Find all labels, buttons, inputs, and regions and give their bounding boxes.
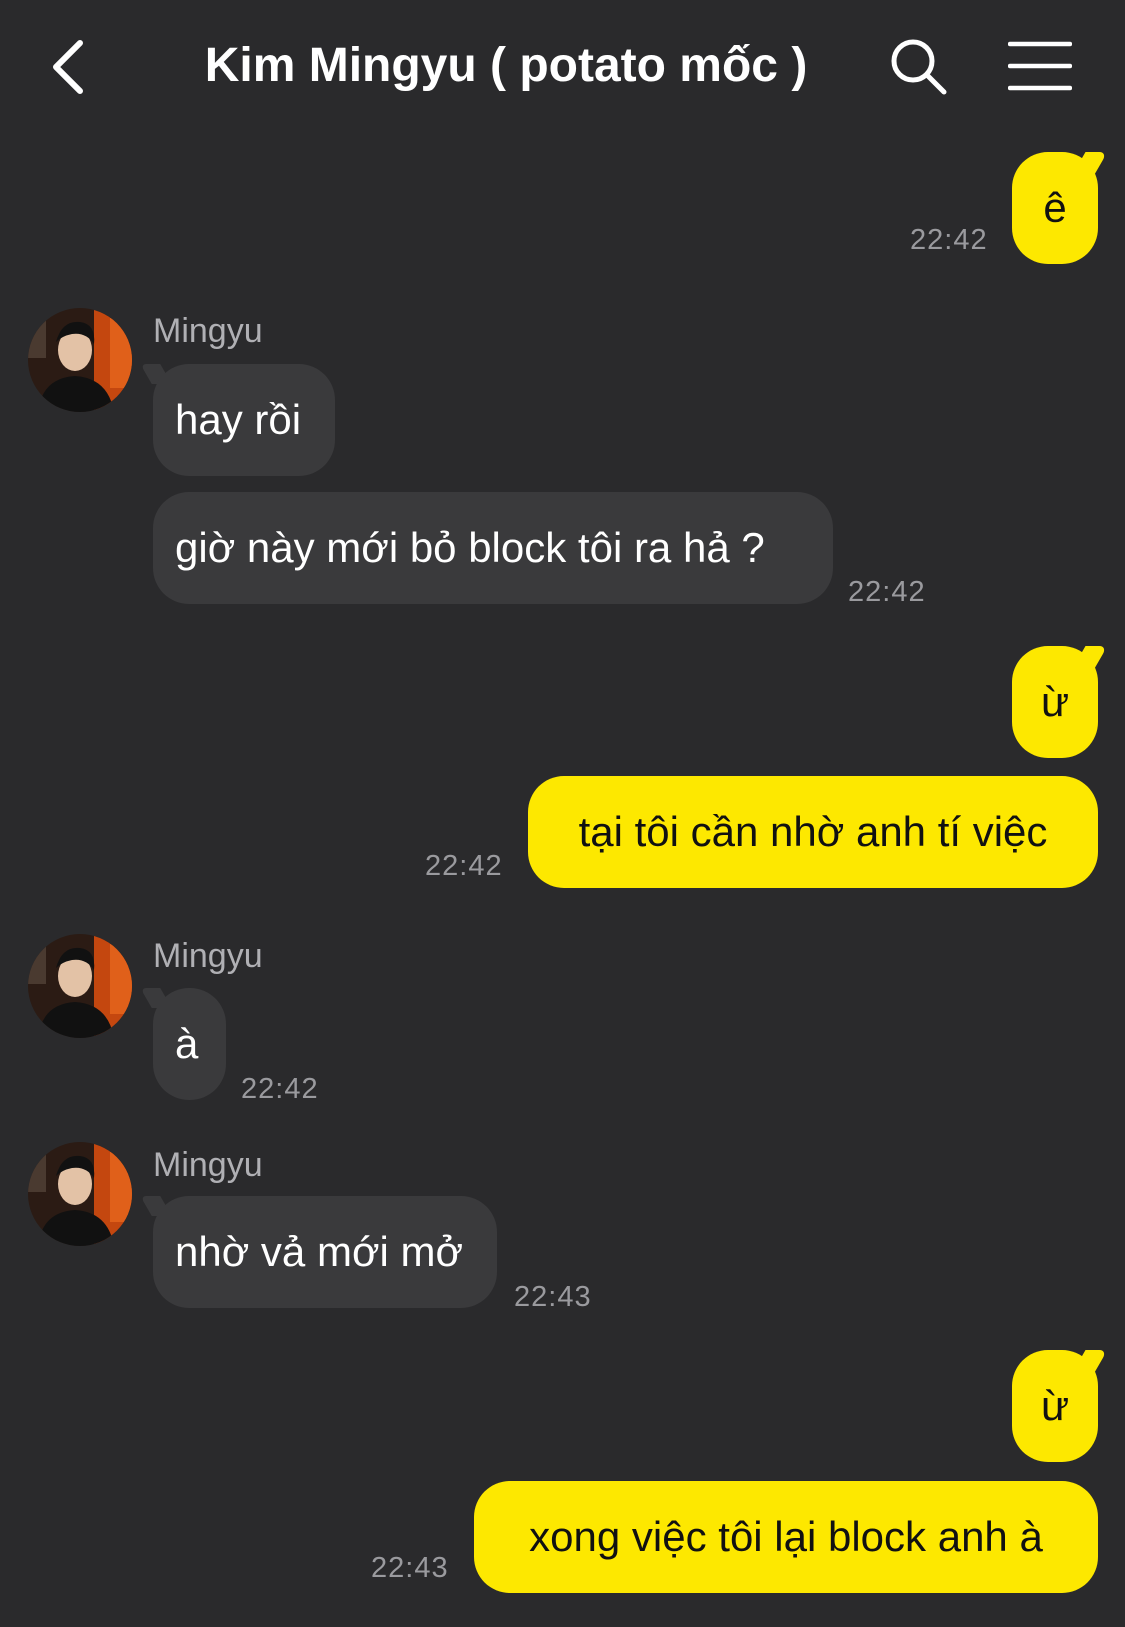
incoming-message[interactable]: à [153, 988, 226, 1100]
outgoing-message[interactable]: ừ [1012, 1350, 1098, 1462]
message-time: 22:42 [241, 1073, 319, 1105]
menu-button[interactable] [1007, 40, 1073, 92]
chat-header: Kim Mingyu ( potato mốc ) [0, 0, 1125, 135]
chat-title: Kim Mingyu ( potato mốc ) [204, 39, 808, 92]
message-time: 22:42 [848, 576, 926, 608]
avatar[interactable] [28, 934, 132, 1038]
sender-name: Mingyu [153, 312, 263, 350]
incoming-message[interactable]: hay rồi [153, 364, 335, 476]
sender-name: Mingyu [153, 1146, 263, 1184]
message-time: 22:43 [371, 1552, 449, 1584]
avatar[interactable] [28, 1142, 132, 1246]
outgoing-message[interactable]: ừ [1012, 646, 1098, 758]
incoming-message[interactable]: nhờ vả mới mở [153, 1196, 497, 1308]
message-time: 22:43 [514, 1281, 592, 1313]
message-time: 22:42 [425, 850, 503, 882]
search-icon [891, 39, 947, 95]
outgoing-message[interactable]: xong việc tôi lại block anh à [474, 1481, 1098, 1593]
incoming-message[interactable]: giờ này mới bỏ block tôi ra hả ? [153, 492, 833, 604]
outgoing-message[interactable]: ê [1012, 152, 1098, 264]
avatar[interactable] [28, 308, 132, 412]
search-button[interactable] [888, 36, 950, 98]
hamburger-menu-icon [1007, 41, 1073, 91]
message-time: 22:42 [910, 224, 988, 256]
outgoing-message[interactable]: tại tôi cần nhờ anh tí việc [528, 776, 1098, 888]
back-button[interactable] [44, 36, 92, 98]
chevron-left-icon [53, 40, 83, 94]
sender-name: Mingyu [153, 937, 263, 975]
